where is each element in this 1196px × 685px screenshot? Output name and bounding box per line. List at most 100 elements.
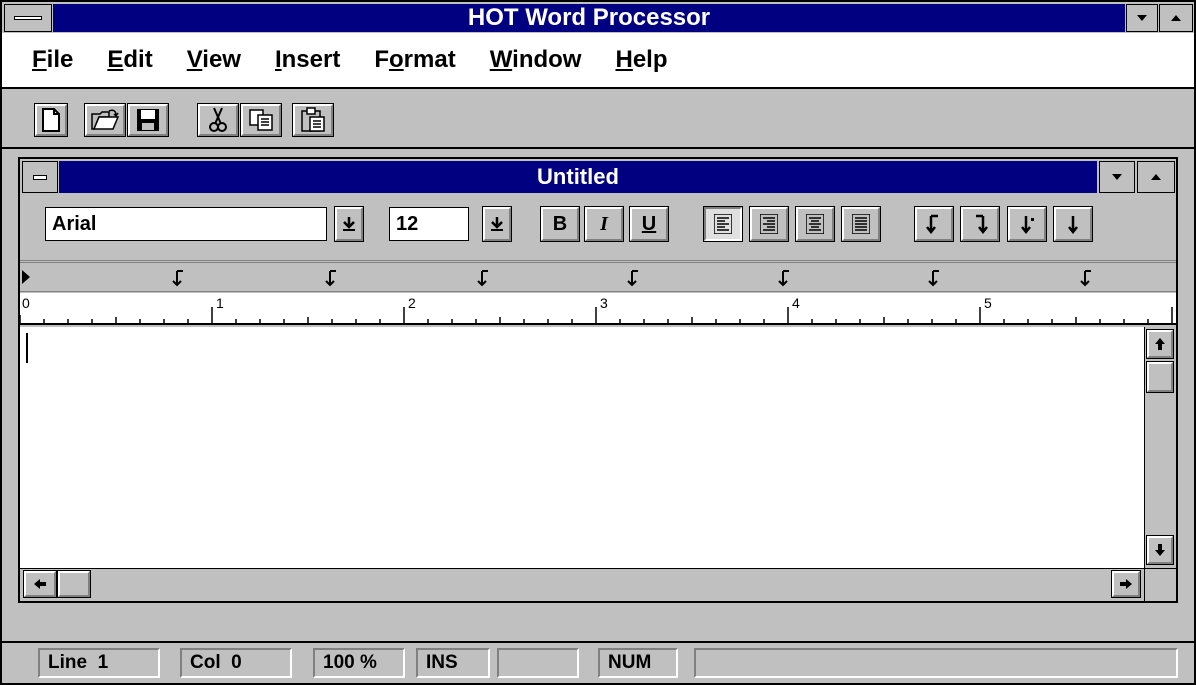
- font-size-dropdown-button[interactable]: [482, 206, 512, 242]
- menu-format[interactable]: Format: [374, 46, 455, 74]
- ruler-number: 3: [600, 295, 608, 311]
- align-justify-icon: [852, 214, 870, 234]
- scroll-down-button[interactable]: [1146, 535, 1174, 565]
- maximize-icon: [1171, 15, 1181, 21]
- maximize-icon: [1151, 174, 1161, 180]
- ruler-ticks: [20, 307, 1173, 323]
- font-name-value: Arial: [52, 212, 97, 235]
- dropdown-arrow-icon: [343, 217, 355, 231]
- copy-button[interactable]: [240, 103, 282, 137]
- ruler-number: 2: [408, 295, 416, 311]
- font-size-value: 12: [396, 212, 419, 235]
- arrow-down-icon: [1155, 544, 1165, 556]
- right-tab-icon: [976, 214, 988, 234]
- document-title-bar: Untitled: [59, 161, 1097, 193]
- cut-scissors-icon: [209, 107, 227, 132]
- status-num: NUM: [598, 648, 678, 678]
- decimal-tab-icon: [1021, 216, 1034, 234]
- ruler-number: 4: [792, 295, 800, 311]
- minimize-icon: [1112, 174, 1122, 180]
- horizontal-scroll-thumb[interactable]: [57, 570, 91, 598]
- status-zoom-text: 100 %: [323, 652, 377, 673]
- app-title: HOT Word Processor: [467, 4, 711, 31]
- bold-label: B: [552, 212, 568, 235]
- tab-stops-bar[interactable]: [20, 262, 1176, 292]
- italic-label: I: [600, 212, 608, 235]
- left-tab-button[interactable]: [914, 206, 954, 242]
- menu-insert[interactable]: Insert: [275, 46, 340, 74]
- status-line-text: Line 1: [48, 652, 109, 673]
- new-button[interactable]: [34, 103, 68, 137]
- maximize-button[interactable]: [1159, 4, 1193, 32]
- ruler: 0 1 2 3 4 5: [20, 293, 1176, 325]
- document-maximize-button[interactable]: [1137, 161, 1175, 193]
- menu-view[interactable]: View: [187, 46, 241, 74]
- arrow-left-icon: [34, 579, 46, 589]
- align-center-icon: [806, 214, 824, 234]
- menu-bar: File Edit View Insert Format Window Help: [2, 33, 1194, 89]
- underline-button[interactable]: U: [629, 206, 669, 242]
- status-ins-text: INS: [426, 652, 458, 673]
- cut-button[interactable]: [197, 103, 239, 137]
- save-disk-icon: [137, 109, 159, 131]
- main-toolbar: [2, 91, 1194, 149]
- align-left-icon: [714, 214, 732, 234]
- arrow-up-icon: [1155, 338, 1165, 350]
- status-col: Col 0: [180, 648, 292, 678]
- text-cursor: [26, 333, 28, 363]
- bold-button[interactable]: B: [540, 206, 580, 242]
- tab-stops-graphic: [22, 270, 1091, 287]
- center-tab-button[interactable]: [1053, 206, 1093, 242]
- status-blank: [497, 648, 579, 678]
- right-tab-button[interactable]: [960, 206, 1000, 242]
- center-tab-icon: [1068, 216, 1078, 234]
- align-left-button[interactable]: [703, 206, 743, 242]
- menu-file[interactable]: File: [32, 46, 73, 74]
- underline-label: U: [641, 212, 657, 235]
- open-folder-icon: [91, 109, 119, 130]
- arrow-right-icon: [1120, 579, 1132, 589]
- paste-clipboard-icon: [301, 107, 325, 132]
- status-num-text: NUM: [608, 652, 652, 673]
- menu-edit[interactable]: Edit: [107, 46, 152, 74]
- dropdown-arrow-icon: [491, 217, 503, 231]
- decimal-tab-button[interactable]: [1007, 206, 1047, 242]
- align-right-icon: [760, 214, 778, 234]
- ruler-number: 0: [22, 295, 30, 311]
- ruler-number: 1: [216, 295, 224, 311]
- status-line: Line 1: [38, 648, 160, 678]
- font-name-dropdown-button[interactable]: [334, 206, 364, 242]
- app-title-bar: HOT Word Processor: [53, 4, 1125, 32]
- document-system-menu-button[interactable]: [22, 161, 58, 193]
- font-size-field[interactable]: 12: [389, 207, 469, 241]
- left-tab-icon: [926, 214, 938, 234]
- menu-window[interactable]: Window: [490, 46, 582, 74]
- align-center-button[interactable]: [795, 206, 835, 242]
- align-right-button[interactable]: [749, 206, 789, 242]
- scroll-left-button[interactable]: [23, 570, 57, 598]
- scroll-right-button[interactable]: [1111, 570, 1141, 598]
- align-justify-button[interactable]: [841, 206, 881, 242]
- status-zoom: 100 %: [313, 648, 405, 678]
- new-document-icon: [42, 108, 60, 132]
- status-ins: INS: [416, 648, 490, 678]
- copy-icon: [249, 109, 273, 131]
- scrollbar-corner: [1144, 568, 1176, 601]
- document-title: Untitled: [537, 164, 619, 189]
- system-menu-button[interactable]: [4, 4, 52, 32]
- document-minimize-button[interactable]: [1099, 161, 1135, 193]
- ruler-number: 5: [984, 295, 992, 311]
- horizontal-scrollbar[interactable]: [20, 568, 1144, 601]
- vertical-scroll-thumb[interactable]: [1146, 361, 1174, 393]
- scroll-up-button[interactable]: [1146, 329, 1174, 359]
- paste-button[interactable]: [292, 103, 334, 137]
- font-name-field[interactable]: Arial: [45, 207, 327, 241]
- document-text-area[interactable]: [20, 327, 1144, 568]
- italic-button[interactable]: I: [584, 206, 624, 242]
- save-button[interactable]: [127, 103, 169, 137]
- open-button[interactable]: [84, 103, 126, 137]
- minimize-button[interactable]: [1126, 4, 1158, 32]
- menu-help[interactable]: Help: [615, 46, 667, 74]
- minimize-icon: [1137, 15, 1147, 21]
- status-col-text: Col 0: [190, 652, 242, 673]
